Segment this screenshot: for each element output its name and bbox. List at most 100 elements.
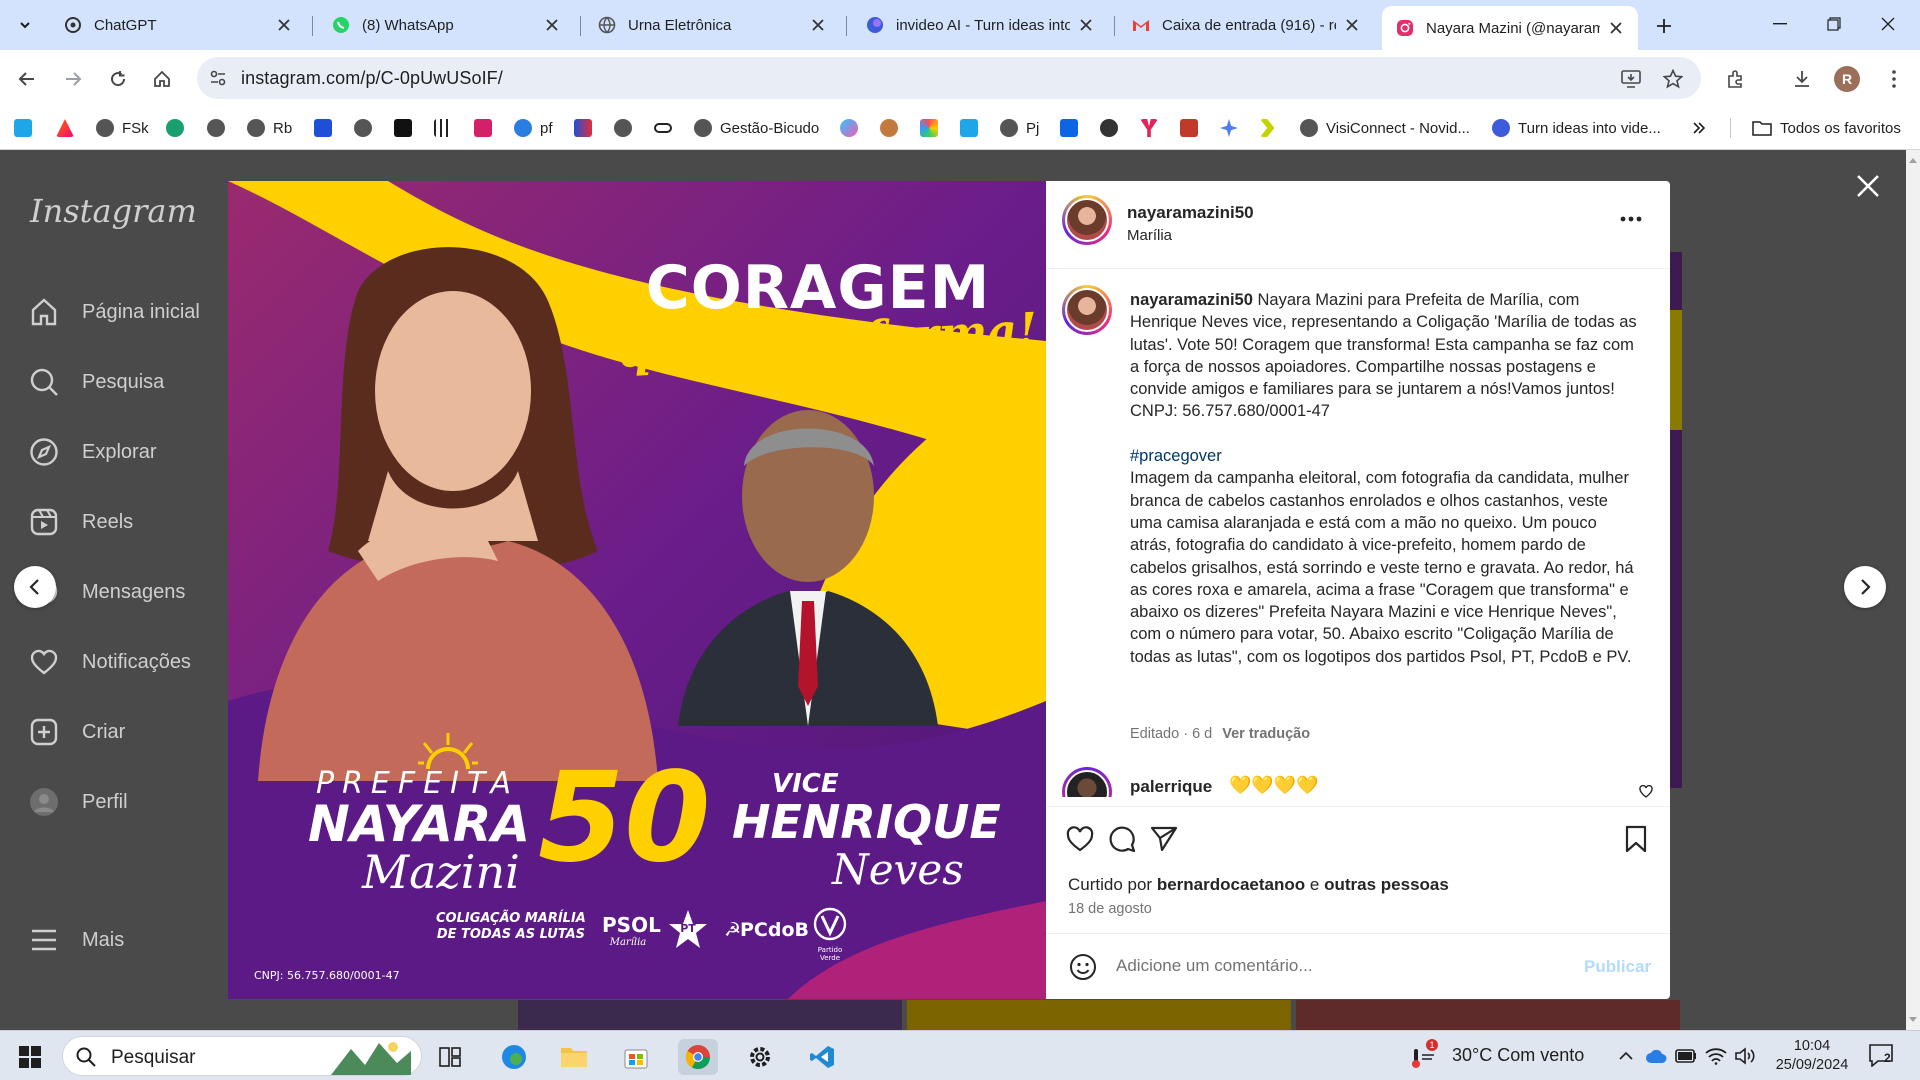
- author-avatar[interactable]: [1062, 195, 1112, 245]
- bookmark-item[interactable]: [654, 116, 672, 140]
- nav-reels[interactable]: Reels: [28, 502, 133, 542]
- profile-avatar[interactable]: R: [1834, 66, 1860, 92]
- liked-others-link[interactable]: outras pessoas: [1324, 875, 1449, 894]
- nav-explore[interactable]: Explorar: [28, 432, 156, 472]
- bookmark-item[interactable]: [880, 116, 898, 140]
- nav-more[interactable]: Mais: [28, 920, 124, 960]
- bookmark-item[interactable]: pf: [514, 116, 553, 140]
- instagram-logo[interactable]: Instagram: [30, 192, 197, 230]
- volume-icon[interactable]: [1734, 1045, 1758, 1067]
- bookmark-item[interactable]: Pj: [1000, 116, 1039, 140]
- nav-notifications[interactable]: Notificações: [28, 642, 191, 682]
- chevron-up-icon[interactable]: [1616, 1045, 1636, 1067]
- nav-create[interactable]: Criar: [28, 712, 125, 752]
- tab-gmail[interactable]: Caixa de entrada (916) - re: [1118, 8, 1374, 42]
- close-icon[interactable]: [808, 15, 828, 35]
- bookmark-item[interactable]: [1140, 116, 1158, 140]
- bookmark-item[interactable]: [614, 116, 632, 140]
- bookmark-item[interactable]: [960, 116, 978, 140]
- comment-username[interactable]: palerrique: [1130, 777, 1212, 797]
- nav-profile[interactable]: Perfil: [28, 782, 128, 822]
- bookmark-item[interactable]: [1180, 116, 1198, 140]
- bookmark-item[interactable]: [1220, 116, 1238, 140]
- bookmark-item[interactable]: [14, 116, 32, 140]
- minimize-button[interactable]: [1752, 0, 1808, 48]
- close-modal-button[interactable]: [1850, 168, 1886, 204]
- install-app-icon[interactable]: [1619, 67, 1643, 91]
- close-icon[interactable]: [274, 15, 294, 35]
- back-button[interactable]: [12, 64, 42, 94]
- nav-search[interactable]: Pesquisa: [28, 362, 164, 402]
- hashtag-link[interactable]: #pracegover: [1130, 447, 1222, 465]
- author-username[interactable]: nayaramazini50: [1127, 203, 1254, 223]
- bookmark-star-icon[interactable]: [1661, 67, 1685, 91]
- bookmark-item[interactable]: [314, 116, 332, 140]
- wifi-icon[interactable]: [1704, 1045, 1728, 1067]
- caption-avatar[interactable]: [1062, 285, 1112, 335]
- taskbar-search[interactable]: Pesquisar: [62, 1036, 422, 1076]
- close-icon[interactable]: [1342, 15, 1362, 35]
- tab-instagram[interactable]: Nayara Mazini (@nayaram: [1382, 6, 1638, 50]
- post-location[interactable]: Marília: [1127, 227, 1172, 244]
- chrome-taskbar-icon[interactable]: [678, 1039, 718, 1075]
- store-icon[interactable]: [616, 1039, 656, 1075]
- download-icon[interactable]: [1788, 65, 1816, 93]
- close-icon[interactable]: [1076, 15, 1096, 35]
- publish-button[interactable]: Publicar: [1584, 957, 1651, 977]
- close-icon[interactable]: [1606, 18, 1626, 38]
- extensions-icon[interactable]: [1722, 65, 1750, 93]
- bookmark-item[interactable]: [574, 116, 592, 140]
- task-view-icon[interactable]: [430, 1039, 470, 1075]
- all-bookmarks-button[interactable]: Todos os favoritos: [1752, 116, 1901, 140]
- previous-post-button[interactable]: [14, 566, 56, 608]
- liked-by-user[interactable]: bernardocaetanoo: [1157, 875, 1305, 894]
- system-clock[interactable]: 10:04 25/09/2024: [1768, 1037, 1856, 1075]
- reload-button[interactable]: [103, 64, 133, 94]
- nav-home[interactable]: Página inicial: [28, 292, 200, 332]
- post-image[interactable]: CORAGEM que transforma! PREFEITA NAYARA …: [228, 181, 1046, 999]
- weather-icon[interactable]: 1: [1410, 1039, 1438, 1069]
- bookmark-item[interactable]: [840, 116, 858, 140]
- file-explorer-icon[interactable]: [554, 1039, 594, 1075]
- caption-username[interactable]: nayaramazini50: [1130, 291, 1253, 309]
- share-icon[interactable]: [1148, 823, 1180, 855]
- edge-icon[interactable]: [494, 1039, 534, 1075]
- bookmark-item[interactable]: [354, 116, 372, 140]
- start-button[interactable]: [10, 1039, 50, 1075]
- bookmark-item[interactable]: [1100, 116, 1118, 140]
- more-options-icon[interactable]: [1616, 207, 1646, 231]
- bookmark-item[interactable]: Gestão-Bicudo: [694, 116, 819, 140]
- comment-input[interactable]: Adicione um comentário...: [1116, 956, 1313, 976]
- weather-text[interactable]: 30°C Com vento: [1452, 1045, 1584, 1067]
- address-bar[interactable]: instagram.com/p/C-0pUwUSoIF/: [197, 57, 1701, 99]
- bookmark-item[interactable]: [394, 116, 412, 140]
- commenter-avatar[interactable]: [1062, 767, 1112, 797]
- tab-chatgpt[interactable]: ChatGPT: [50, 8, 306, 42]
- bookmark-item[interactable]: [1260, 116, 1278, 140]
- next-post-button[interactable]: [1844, 566, 1886, 608]
- like-icon[interactable]: [1064, 823, 1096, 855]
- battery-icon[interactable]: [1674, 1045, 1698, 1067]
- home-button[interactable]: [147, 64, 177, 94]
- bookmark-item[interactable]: [434, 116, 452, 140]
- page-scrollbar[interactable]: [1906, 150, 1920, 1030]
- vscode-icon[interactable]: [802, 1039, 842, 1075]
- bookmark-item[interactable]: [56, 116, 74, 140]
- window-close-button[interactable]: [1860, 0, 1916, 48]
- notifications-button[interactable]: 2: [1868, 1043, 1896, 1069]
- restore-button[interactable]: [1806, 0, 1862, 48]
- save-icon[interactable]: [1620, 823, 1652, 855]
- bookmark-item[interactable]: Rb: [247, 116, 292, 140]
- settings-icon[interactable]: [740, 1039, 780, 1075]
- post-date[interactable]: 18 de agosto: [1068, 901, 1152, 917]
- tab-whatsapp[interactable]: (8) WhatsApp: [318, 8, 574, 42]
- bookmark-item[interactable]: Turn ideas into vide...: [1492, 116, 1661, 140]
- bookmark-item[interactable]: [474, 116, 492, 140]
- bookmark-item[interactable]: [1060, 116, 1078, 140]
- forward-button[interactable]: [58, 64, 88, 94]
- bookmark-item[interactable]: [920, 116, 938, 140]
- tab-urna[interactable]: Urna Eletrônica: [584, 8, 840, 42]
- comment-like-icon[interactable]: [1638, 783, 1654, 799]
- comment-icon[interactable]: [1106, 823, 1138, 855]
- browser-menu-icon[interactable]: [1880, 65, 1908, 93]
